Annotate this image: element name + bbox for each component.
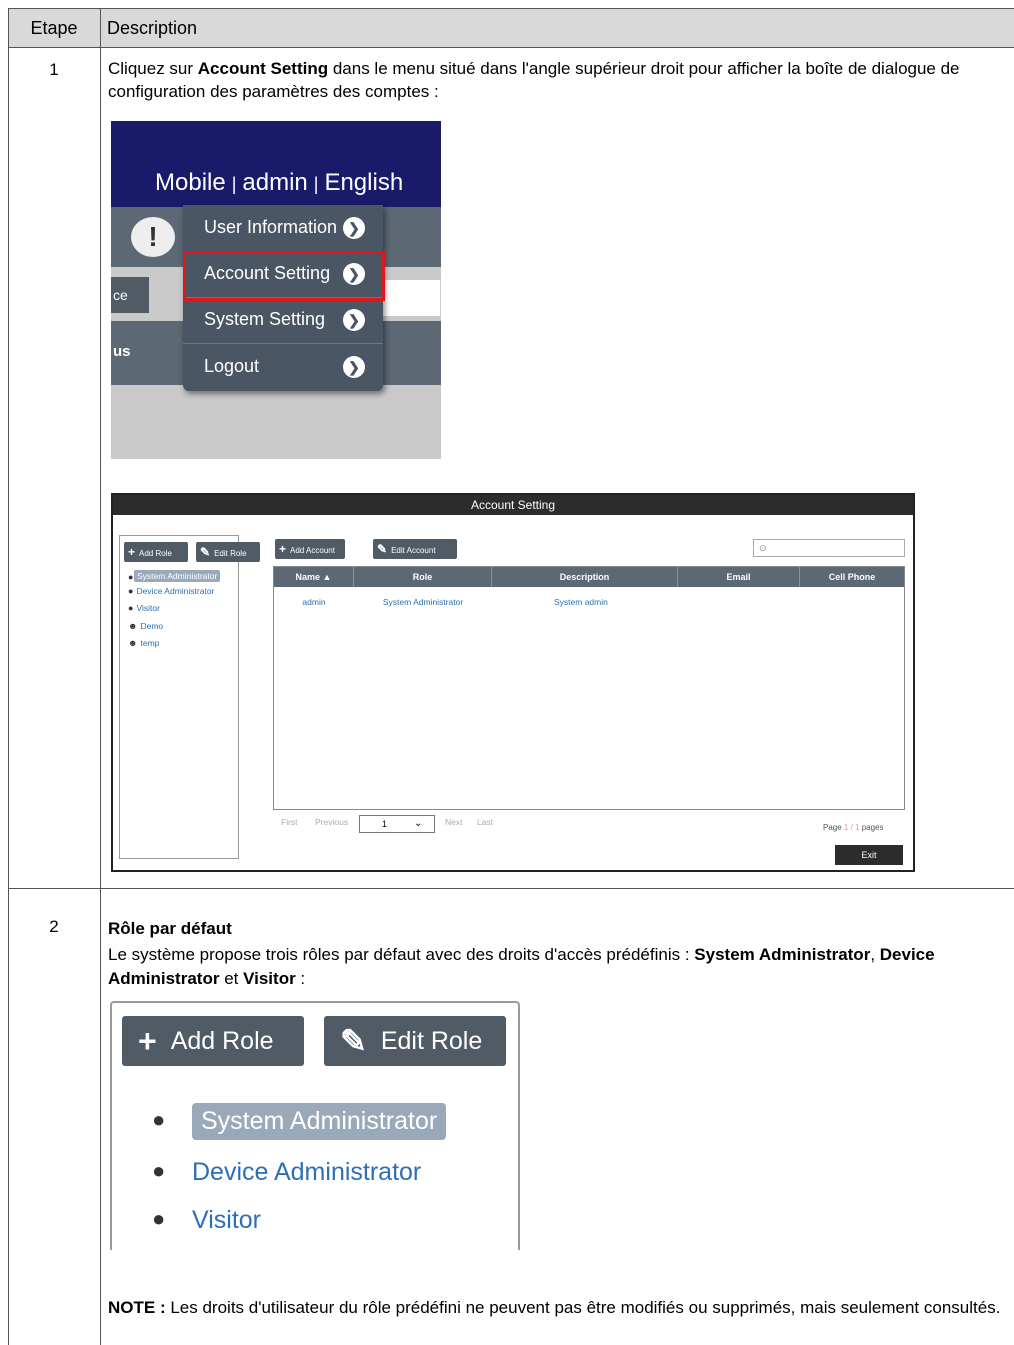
edit-role-button[interactable]: ✎ Edit Role	[324, 1016, 506, 1066]
nav-mobile[interactable]: Mobile	[155, 169, 226, 196]
step-2-heading: Rôle par défaut	[108, 919, 232, 938]
row-divider	[8, 888, 1014, 889]
menu-item-system-setting[interactable]: System Setting ❯	[183, 297, 383, 343]
pager-first[interactable]: First	[281, 817, 298, 827]
add-role-button[interactable]: + Add Role	[124, 542, 188, 562]
search-icon: ⊙	[759, 543, 767, 553]
partial-header-label: us	[113, 343, 131, 360]
alert-icon[interactable]: !	[131, 217, 175, 257]
column-role[interactable]: Role	[354, 567, 492, 587]
step-1-text: Cliquez sur Account Setting dans le menu…	[108, 59, 960, 101]
table-left-border	[8, 8, 9, 1345]
column-header-description: Description	[107, 18, 198, 38]
pager-next[interactable]: Next	[445, 817, 462, 827]
plus-icon: +	[279, 542, 287, 556]
chevron-down-icon: ⌄	[414, 818, 423, 829]
chevron-right-icon: ❯	[343, 217, 365, 239]
role-visitor[interactable]: ● Visitor	[152, 1206, 261, 1235]
plus-icon: +	[138, 1023, 157, 1059]
role-visitor[interactable]: ● Visitor	[128, 603, 160, 613]
cell-description[interactable]: System admin	[492, 597, 678, 607]
menu-item-logout[interactable]: Logout ❯	[183, 344, 383, 390]
partial-button[interactable]: ce	[111, 277, 149, 313]
column-email[interactable]: Email	[678, 567, 800, 587]
roles-panel: + Add Role ✎ Edit Role ● System Administrat…	[110, 1001, 520, 1250]
page-info: Page 1 / 1 pages	[823, 823, 884, 832]
add-account-button[interactable]: + Add Account	[275, 539, 345, 559]
note: NOTE : Les droits d'utilisateur du rôle …	[108, 1298, 1001, 1317]
menu-screenshot: Mobile | admin | English ! ce us User Inform…	[111, 121, 441, 459]
pencil-icon: ✎	[200, 545, 211, 559]
nav-language[interactable]: English	[324, 169, 403, 196]
user-group-icon: ☻	[128, 638, 138, 648]
accounts-table: Name ▲ Role Description Email Cell Phone…	[273, 566, 905, 810]
nav-admin[interactable]: admin	[242, 169, 307, 196]
table-header-row: Name ▲ Role Description Email Cell Phone	[274, 567, 904, 587]
role-temp[interactable]: ☻ temp	[128, 638, 159, 648]
user-icon: ●	[152, 1206, 166, 1231]
cell-name[interactable]: admin	[274, 597, 354, 607]
roles-screenshot: + Add Role ✎ Edit Role ● System Administrat…	[108, 1001, 520, 1250]
pager-last[interactable]: Last	[477, 817, 493, 827]
top-nav: Mobile | admin | English	[155, 169, 404, 196]
column-header-step: Etape	[8, 9, 101, 47]
column-description[interactable]: Description	[492, 567, 678, 587]
user-icon: ●	[152, 1107, 166, 1132]
role-device-administrator[interactable]: ● Device Administrator	[152, 1158, 421, 1187]
role-device-administrator[interactable]: ● Device Administrator	[128, 586, 214, 596]
user-group-icon: ☻	[128, 621, 138, 631]
step-number-1: 1	[49, 60, 59, 79]
role-system-administrator[interactable]: System Administrator	[134, 570, 221, 582]
role-demo[interactable]: ☻ Demo	[128, 621, 163, 631]
page-select[interactable]: 1 ⌄	[359, 815, 435, 833]
chevron-right-icon: ❯	[343, 309, 365, 331]
role-system-administrator[interactable]: ● System Administrator	[152, 1103, 447, 1140]
user-icon: ●	[128, 586, 134, 596]
pencil-icon: ✎	[340, 1023, 367, 1059]
user-icon: ●	[128, 572, 134, 582]
exit-button[interactable]: Exit	[835, 845, 903, 865]
column-name[interactable]: Name ▲	[274, 567, 354, 587]
step-number-2: 2	[49, 917, 59, 936]
table-header: Etape Description	[8, 8, 1014, 48]
user-icon: ●	[128, 603, 134, 613]
user-icon: ●	[152, 1158, 166, 1183]
pager-previous[interactable]: Previous	[315, 817, 348, 827]
highlight-box	[183, 251, 385, 301]
add-role-button[interactable]: + Add Role	[122, 1016, 304, 1066]
plus-icon: +	[128, 545, 136, 559]
search-input[interactable]: ⊙	[753, 539, 905, 557]
cell-role[interactable]: System Administrator	[354, 597, 492, 607]
step-2-text: Le système propose trois rôles par défau…	[108, 945, 935, 988]
column-cell-phone[interactable]: Cell Phone	[800, 567, 904, 587]
edit-role-button[interactable]: ✎ Edit Role	[196, 542, 260, 562]
pencil-icon: ✎	[377, 542, 388, 556]
chevron-right-icon: ❯	[343, 356, 365, 378]
account-setting-dialog: Account Setting + Add Role ✎ Edit Role Sys…	[111, 493, 915, 872]
table-column-divider	[100, 8, 101, 1345]
dialog-title: Account Setting	[113, 495, 913, 515]
role-panel: + Add Role ✎ Edit Role System Administrato…	[119, 535, 260, 859]
edit-account-button[interactable]: ✎ Edit Account	[373, 539, 457, 559]
menu-item-user-information[interactable]: User Information ❯	[183, 205, 383, 251]
